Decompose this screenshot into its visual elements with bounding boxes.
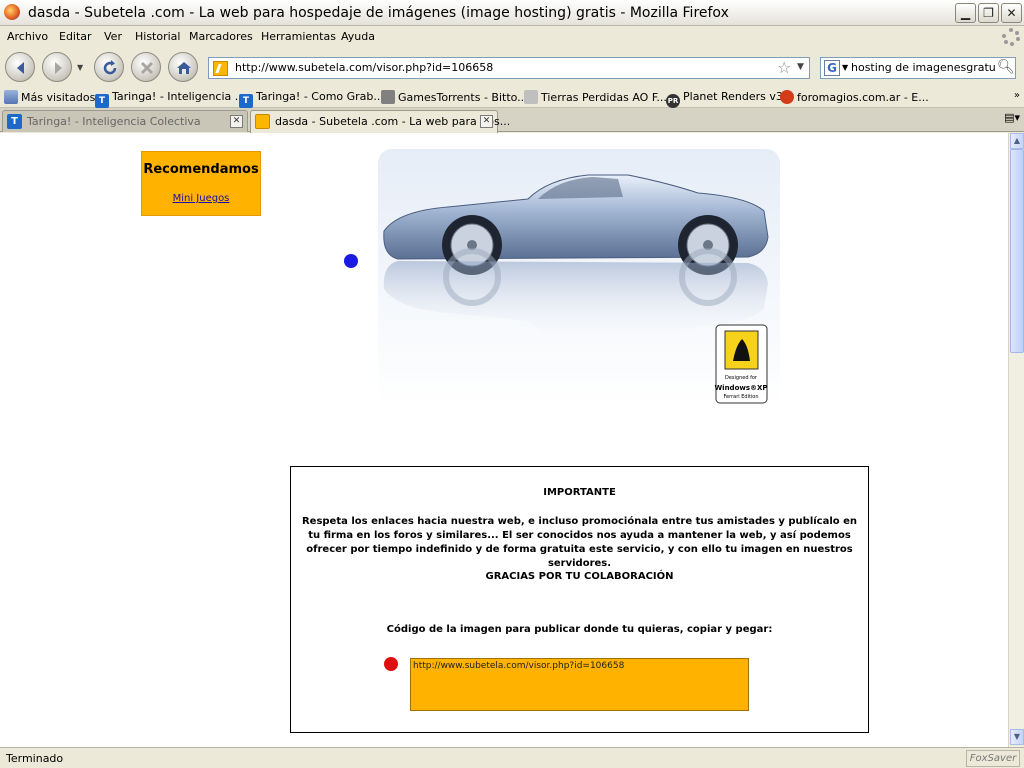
image-code-textarea[interactable]: http://www.subetela.com/visor.php?id=106…: [410, 658, 749, 711]
arrow-left-icon: [17, 62, 24, 74]
menu-ver[interactable]: Ver: [104, 30, 122, 43]
bookmark-taringa-inteligencia[interactable]: T Taringa! - Inteligencia ...: [95, 90, 245, 108]
page-content: Recomendamos Mini Juegos Designed for Wi…: [0, 133, 1008, 747]
recommend-title: Recomendamos: [143, 162, 259, 177]
important-title: IMPORTANTE: [543, 487, 616, 498]
bookmark-star-icon[interactable]: ☆: [777, 58, 791, 77]
folder-icon: [4, 90, 18, 104]
tab-label: dasda - Subetela .com - La web para hos.…: [275, 115, 511, 128]
bookmarks-overflow-icon[interactable]: »: [1014, 90, 1020, 101]
blue-dot: [344, 254, 358, 268]
bookmark-foromagios[interactable]: foromagios.com.ar - E...: [780, 90, 929, 104]
stop-icon: [140, 61, 154, 75]
important-message: Respeta los enlaces hacia nuestra web, e…: [301, 516, 858, 569]
engine-dropdown-icon[interactable]: ▼: [842, 63, 848, 72]
tab-close-icon[interactable]: ✕: [480, 115, 493, 128]
tab-subetela[interactable]: dasda - Subetela .com - La web para hos.…: [250, 110, 510, 133]
menu-archivo[interactable]: Archivo: [7, 30, 48, 43]
bookmark-gamestorrents[interactable]: GamesTorrents - Bitto...: [381, 90, 528, 104]
taringa-icon: T: [7, 114, 22, 129]
history-dropdown-icon[interactable]: ▼: [77, 63, 87, 73]
taringa-icon: T: [239, 94, 253, 108]
bookmark-tierras-perdidas[interactable]: Tierras Perdidas AO F...: [524, 90, 667, 104]
subetela-favicon-icon: [255, 114, 270, 129]
menu-marcadores[interactable]: Marcadores: [189, 30, 253, 43]
menu-bar: Archivo Editar Ver Historial Marcadores …: [0, 26, 1024, 48]
page-icon: [524, 90, 538, 104]
foxsaver-addon[interactable]: FoxSaver: [966, 750, 1020, 767]
tab-taringa[interactable]: T Taringa! - Inteligencia Colectiva ✕: [2, 110, 248, 132]
important-notice-box: IMPORTANTE Respeta los enlaces hacia nue…: [290, 466, 869, 733]
svg-text:Windows®XP: Windows®XP: [714, 384, 767, 392]
menu-herramientas[interactable]: Herramientas: [261, 30, 336, 43]
home-button[interactable]: [168, 52, 198, 82]
search-icon[interactable]: 🔍︎: [997, 59, 1015, 75]
status-bar: Terminado FoxSaver: [0, 747, 1024, 768]
address-bar[interactable]: http://www.subetela.com/visor.php?id=106…: [208, 57, 810, 79]
scroll-down-icon[interactable]: ▼: [1010, 729, 1024, 745]
home-icon: [177, 62, 191, 74]
throbber-icon: [1002, 28, 1020, 46]
code-label: Código de la imagen para publicar donde …: [386, 624, 773, 635]
url-dropdown-icon[interactable]: ▼: [797, 62, 804, 72]
red-dot: [384, 657, 398, 671]
search-box[interactable]: G ▼ hosting de imagenesgratuitos 🔍︎: [820, 57, 1016, 79]
planet-renders-icon: PR: [666, 94, 680, 108]
bookmark-taringa-como-grab[interactable]: T Taringa! - Como Grab...: [239, 90, 384, 108]
url-text: http://www.subetela.com/visor.php?id=106…: [235, 61, 494, 74]
maximize-button[interactable]: ❐: [978, 3, 999, 23]
menu-ayuda[interactable]: Ayuda: [341, 30, 375, 43]
mini-juegos-link[interactable]: Mini Juegos: [142, 193, 260, 204]
ferrari-car-image[interactable]: Designed for Windows®XP Ferrari Edition: [378, 149, 780, 405]
title-bar: dasda - Subetela .com - La web para hosp…: [0, 0, 1024, 26]
tab-label: Taringa! - Inteligencia Colectiva: [27, 115, 201, 128]
forward-button[interactable]: [42, 52, 72, 82]
scroll-up-icon[interactable]: ▲: [1010, 133, 1024, 149]
svg-text:Designed for: Designed for: [725, 375, 758, 381]
firefox-icon: [4, 4, 20, 20]
recommend-box: Recomendamos Mini Juegos: [141, 151, 261, 216]
window-title: dasda - Subetela .com - La web para hosp…: [28, 5, 729, 21]
reload-button[interactable]: [94, 52, 124, 82]
bookmarks-toolbar: Más visitados T Taringa! - Inteligencia .…: [0, 86, 1024, 108]
menu-editar[interactable]: Editar: [59, 30, 92, 43]
status-text: Terminado: [6, 752, 64, 765]
minimize-button[interactable]: ▁: [955, 3, 976, 23]
windows-xp-ferrari-badge: Designed for Windows®XP Ferrari Edition: [714, 324, 768, 404]
reload-icon: [103, 60, 117, 75]
search-query: hosting de imagenesgratuitos: [851, 61, 995, 74]
tab-list-icon[interactable]: ▤▾: [1004, 111, 1020, 124]
stop-button[interactable]: [131, 52, 161, 82]
vertical-scrollbar[interactable]: ▲ ▼: [1008, 133, 1024, 747]
navigation-toolbar: ▼ http://www.subetela.com/visor.php?id=1…: [0, 48, 1024, 86]
scrollbar-thumb[interactable]: [1010, 149, 1024, 353]
arrow-right-icon: [55, 62, 62, 74]
subetela-favicon-icon: [213, 61, 228, 76]
foromagios-icon: [780, 90, 794, 104]
bookmark-planet-renders[interactable]: PR Planet Renders v3: [666, 90, 783, 108]
google-engine-icon[interactable]: G: [824, 60, 840, 76]
close-button[interactable]: ✕: [1001, 3, 1022, 23]
tab-bar: T Taringa! - Inteligencia Colectiva ✕ da…: [0, 108, 1024, 133]
back-button[interactable]: [5, 52, 35, 82]
thanks-text: GRACIAS POR TU COLABORACIÓN: [485, 571, 674, 582]
taringa-icon: T: [95, 94, 109, 108]
svg-text:Ferrari Edition: Ferrari Edition: [723, 394, 758, 400]
bookmark-mas-visitados[interactable]: Más visitados: [4, 90, 95, 104]
gamestorrents-icon: [381, 90, 395, 104]
tab-close-icon[interactable]: ✕: [230, 115, 243, 128]
menu-historial[interactable]: Historial: [135, 30, 180, 43]
